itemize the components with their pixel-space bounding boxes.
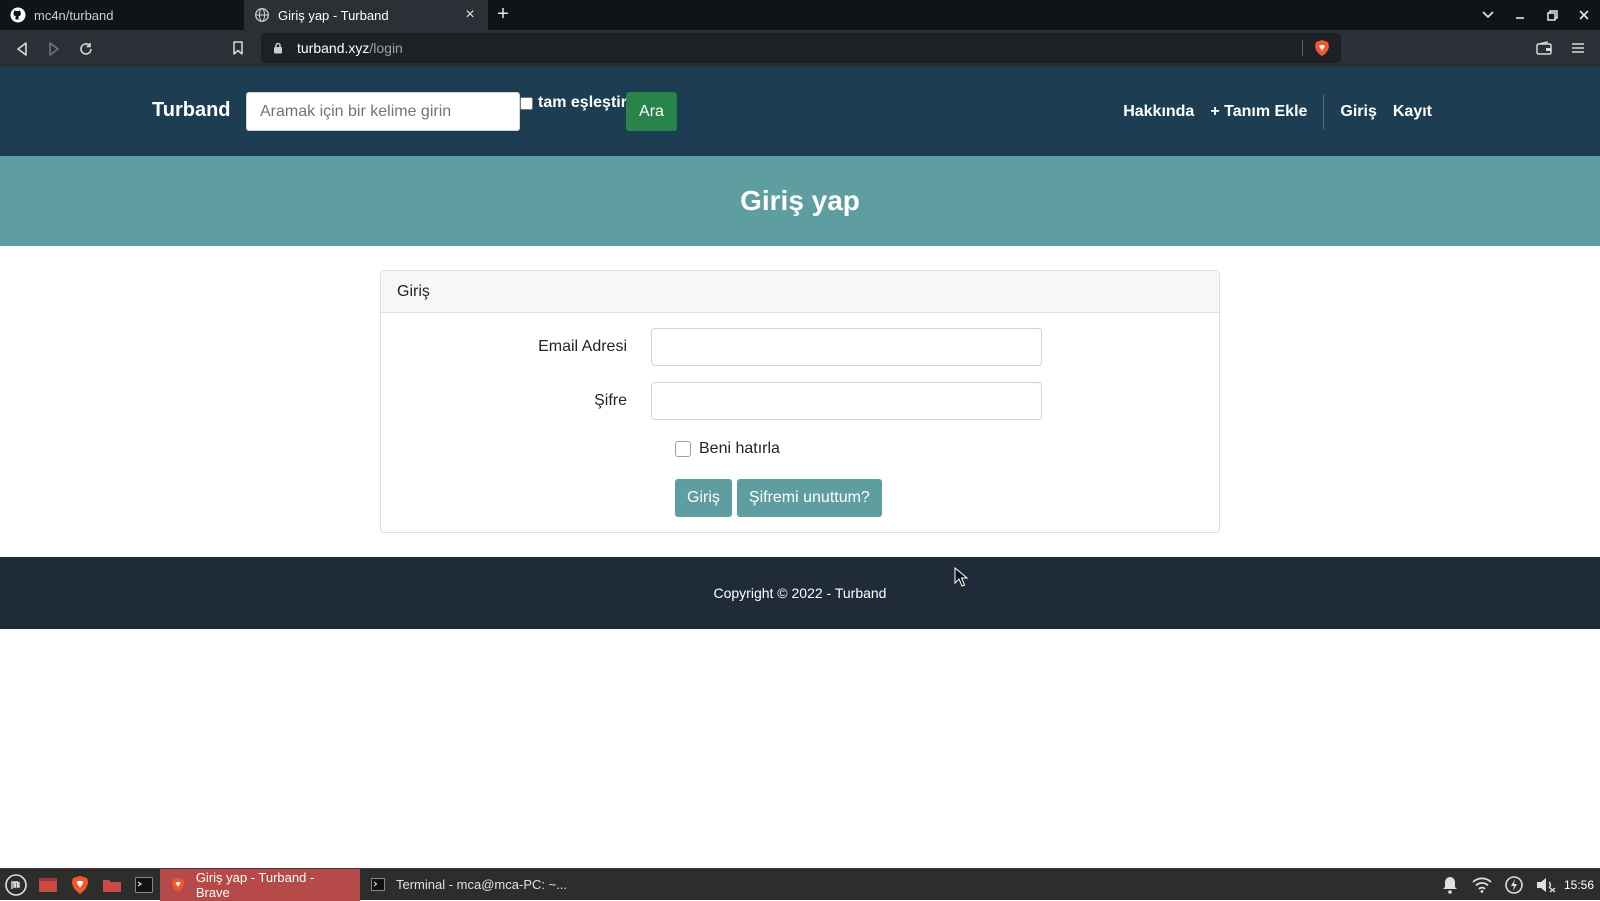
url-path: /login [369, 40, 403, 56]
mouse-cursor-icon [954, 567, 968, 587]
nav-link-login[interactable]: Giriş [1332, 103, 1384, 121]
exact-match-option: tam eşleştir [520, 94, 627, 112]
new-tab-button[interactable]: + [488, 0, 518, 30]
remember-me-checkbox[interactable] [675, 441, 691, 457]
forgot-password-button[interactable]: Şifremi unuttum? [736, 479, 882, 517]
bookmark-icon[interactable] [222, 32, 254, 64]
login-submit-button[interactable]: Giriş [675, 479, 732, 517]
email-label: Email Adresi [538, 338, 627, 355]
brand-logo-text[interactable]: Turband [152, 99, 231, 122]
brave-shields-icon[interactable] [1313, 39, 1331, 57]
email-field[interactable] [651, 328, 1042, 366]
email-row: Email Adresi [381, 328, 1219, 366]
tab-title: mc4n/turband [34, 7, 114, 23]
terminal-icon [370, 877, 386, 893]
address-bar[interactable]: turband.xyz/login [261, 33, 1341, 63]
taskbar-task-brave[interactable]: Giriş yap - Turband - Brave [160, 868, 360, 901]
tab-title: Giriş yap - Turband [278, 7, 389, 23]
browser-toolbar: turband.xyz/login [0, 30, 1600, 67]
restore-icon[interactable] [1536, 0, 1568, 30]
exact-match-label: tam eşleştir [538, 94, 627, 111]
nav-link-register[interactable]: Kayıt [1385, 103, 1440, 121]
remember-me-option: Beni hatırla [675, 440, 780, 458]
exact-match-checkbox[interactable] [520, 96, 533, 110]
taskbar: Giriş yap - Turband - Brave Terminal - m… [0, 868, 1600, 901]
notifications-bell-icon[interactable] [1434, 869, 1466, 901]
password-field[interactable] [651, 382, 1042, 420]
tab-github[interactable]: mc4n/turband [0, 0, 244, 30]
forward-icon[interactable] [38, 33, 70, 65]
minimize-icon[interactable] [1504, 0, 1536, 30]
brave-icon [170, 877, 186, 893]
close-window-icon[interactable] [1568, 0, 1600, 30]
nav-link-add-definition[interactable]: + Tanım Ekle [1202, 103, 1315, 121]
menu-icon[interactable] [1562, 32, 1594, 64]
page-title: Giriş yap [740, 185, 860, 216]
nav-links: Hakkında + Tanım Ekle Giriş Kayıt [1115, 94, 1440, 130]
copyright-text: Copyright © 2022 - Turband [713, 585, 887, 601]
nav-link-about[interactable]: Hakkında [1115, 103, 1202, 121]
search-input[interactable] [246, 92, 520, 131]
lock-icon [273, 41, 287, 55]
close-icon[interactable]: × [462, 7, 478, 23]
page-header: Giriş yap [0, 156, 1600, 246]
wallet-icon[interactable] [1528, 32, 1560, 64]
nav-divider [1323, 94, 1325, 130]
file-manager-icon[interactable] [96, 869, 128, 901]
browser-tab-strip: mc4n/turband Giriş yap - Turband × + [0, 0, 1600, 30]
password-label: Şifre [594, 392, 627, 409]
power-icon[interactable] [1498, 869, 1530, 901]
login-card: Giriş Email Adresi Şifre Beni hatırla Gi… [380, 270, 1220, 533]
reload-icon[interactable] [70, 33, 102, 65]
remember-me-label: Beni hatırla [699, 440, 780, 457]
url-host: turband.xyz [297, 40, 370, 56]
github-icon [10, 7, 26, 23]
card-header: Giriş [381, 271, 1219, 313]
volume-muted-icon[interactable] [1530, 869, 1562, 901]
task-title: Giriş yap - Turband - Brave [195, 869, 315, 900]
clock[interactable]: 15:56 [1562, 878, 1600, 892]
password-row: Şifre [381, 382, 1219, 420]
task-title: Terminal - mca@mca-PC: ~... [396, 877, 568, 892]
site-navbar: Turband tam eşleştir Ara Hakkında + Tanı… [0, 67, 1600, 156]
terminal-launcher-icon[interactable] [128, 869, 160, 901]
brave-launcher-icon[interactable] [64, 869, 96, 901]
globe-icon [254, 7, 270, 23]
address-bar-divider [1302, 40, 1303, 56]
tab-list-chevron-icon[interactable] [1472, 0, 1504, 30]
show-desktop-icon[interactable] [32, 869, 64, 901]
taskbar-task-terminal[interactable]: Terminal - mca@mca-PC: ~... [360, 869, 577, 901]
tab-turband-login[interactable]: Giriş yap - Turband × [244, 0, 488, 30]
start-menu-icon[interactable] [0, 869, 32, 901]
form-actions: Giriş Şifremi unuttum? [675, 479, 887, 517]
search-button[interactable]: Ara [626, 92, 677, 131]
wifi-icon[interactable] [1466, 869, 1498, 901]
site-footer: Copyright © 2022 - Turband [0, 557, 1600, 629]
back-icon[interactable] [6, 33, 38, 65]
